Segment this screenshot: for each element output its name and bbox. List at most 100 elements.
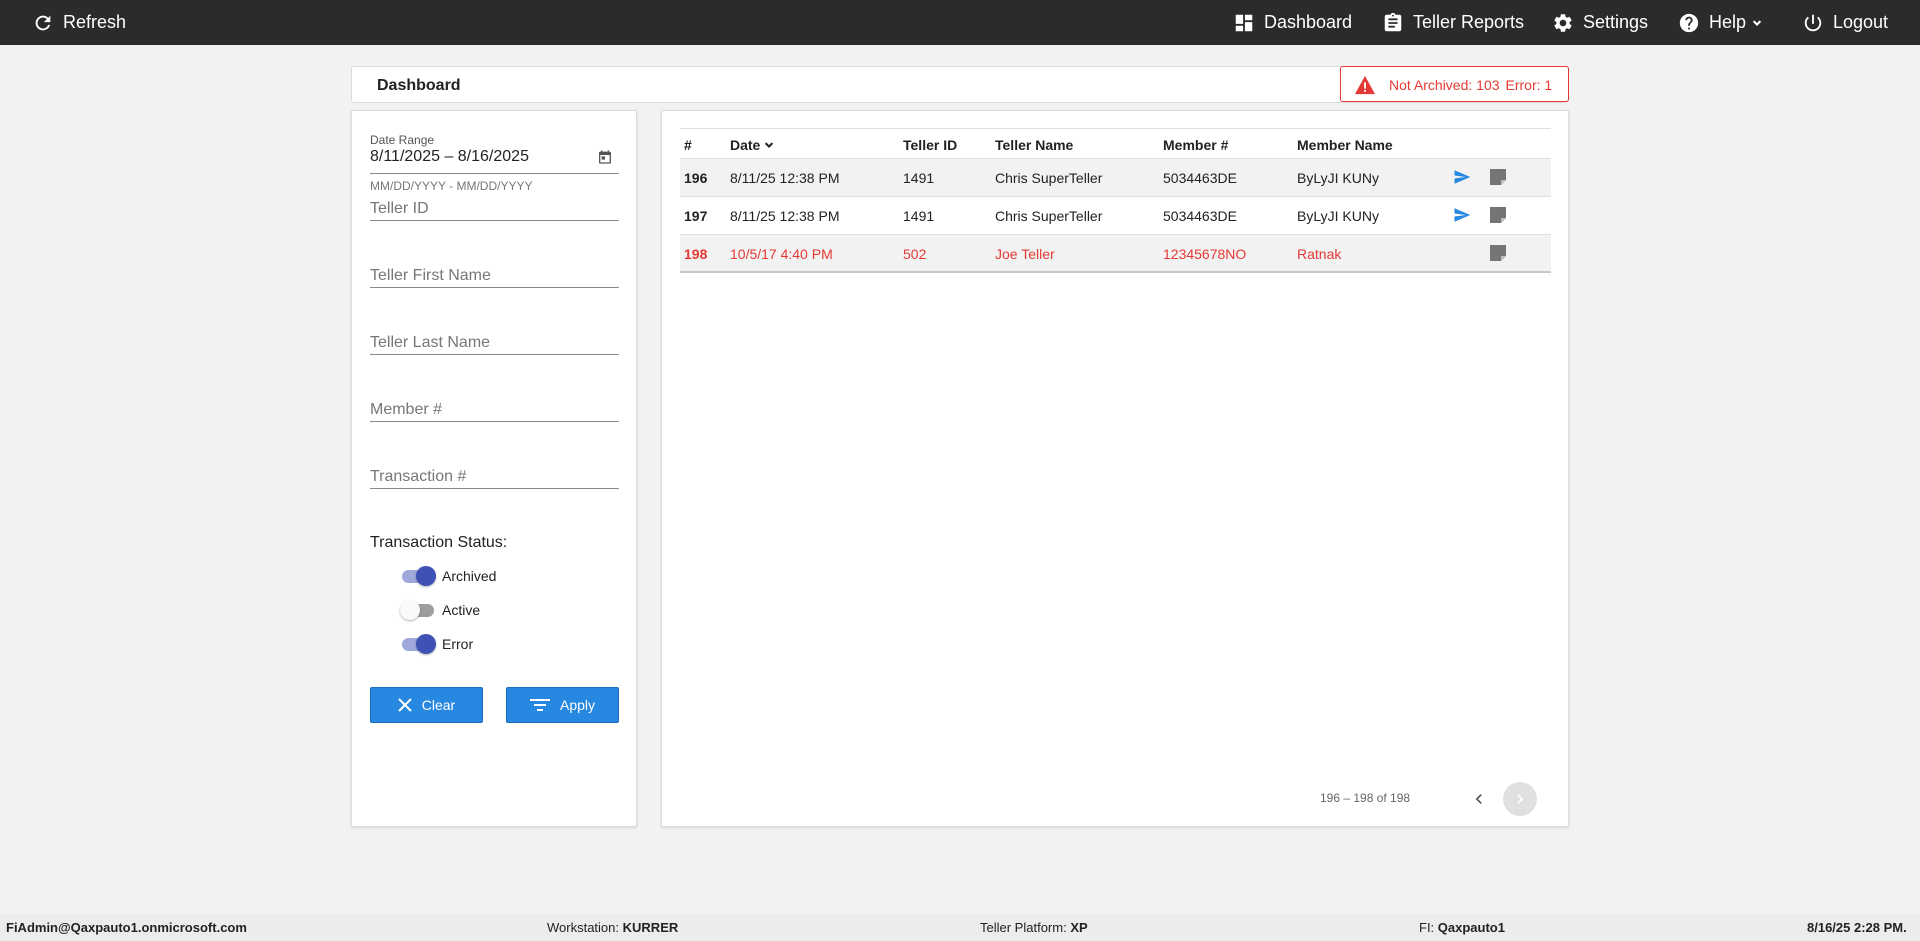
note-icon[interactable] (1489, 168, 1507, 189)
footer-fi: FI: Qaxpauto1 (1419, 920, 1505, 935)
nav-help-label: Help (1709, 12, 1747, 32)
sort-desc-icon (765, 142, 774, 148)
teller-id-field[interactable] (370, 191, 619, 223)
transactions-panel: # Date Teller ID Teller Name Member # Me… (661, 110, 1569, 827)
cell-teller-id: 502 (903, 246, 927, 262)
platform-value: XP (1070, 920, 1088, 935)
clear-button[interactable]: Clear (370, 687, 483, 723)
date-range-underline (370, 173, 619, 174)
teller-first-name-input[interactable] (370, 262, 619, 290)
nav-dashboard[interactable]: Dashboard (1233, 0, 1352, 45)
transaction-number-input[interactable] (370, 463, 619, 491)
date-range-input[interactable]: 8/11/2025 – 8/16/2025 (370, 148, 529, 166)
help-circle-icon (1679, 13, 1699, 32)
table-row-error[interactable]: 198 10/5/17 4:40 PM 502 Joe Teller 12345… (680, 235, 1551, 273)
alert-text: Not Archived: 103 Error: 1 (1389, 77, 1552, 93)
teller-last-name-field[interactable] (370, 325, 619, 357)
member-number-field[interactable] (370, 392, 619, 424)
send-icon[interactable] (1452, 206, 1472, 227)
fi-label: FI: (1419, 920, 1435, 935)
status-alert-badge[interactable]: Not Archived: 103 Error: 1 (1340, 66, 1569, 102)
toggle-label: Active (442, 602, 481, 618)
cell-number: 198 (684, 246, 708, 262)
nav-settings[interactable]: Settings (1552, 0, 1648, 45)
gear-icon (1554, 13, 1572, 32)
refresh-icon (35, 15, 51, 30)
apply-button[interactable]: Apply (506, 687, 619, 723)
member-number-input[interactable] (370, 396, 619, 424)
chevron-left-icon (1475, 794, 1482, 804)
cell-teller-id: 1491 (903, 170, 935, 186)
toggle-label: Archived (442, 568, 497, 584)
clear-label: Clear (421, 697, 456, 713)
cell-teller-name: Joe Teller (995, 246, 1055, 262)
toggle-label: Error (442, 636, 474, 652)
chevron-down-icon (1752, 19, 1762, 26)
cell-member-number: 5034463DE (1163, 170, 1237, 186)
nav-settings-label: Settings (1583, 12, 1649, 32)
send-icon[interactable] (1452, 168, 1472, 189)
transaction-number-field[interactable] (370, 459, 619, 491)
filter-panel: Date Range 8/11/2025 – 8/16/2025 MM/DD/Y… (351, 110, 637, 827)
col-date[interactable]: Date (730, 137, 776, 153)
col-number[interactable]: # (684, 137, 692, 153)
cell-teller-name: Chris SuperTeller (995, 208, 1103, 224)
top-nav-bar: Refresh Dashboard Teller Reports Setting… (0, 0, 1920, 45)
col-date-label: Date (730, 137, 761, 153)
nav-teller-reports-label: Teller Reports (1413, 12, 1525, 32)
cell-date: 8/11/25 12:38 PM (730, 208, 840, 224)
teller-last-name-input[interactable] (370, 329, 619, 357)
close-icon (398, 698, 412, 712)
table-header: # Date Teller ID Teller Name Member # Me… (680, 128, 1551, 159)
teller-id-input[interactable] (370, 195, 619, 223)
toggle-switch[interactable] (400, 634, 436, 654)
toggle-switch[interactable] (400, 600, 436, 620)
transaction-status-label: Transaction Status: (370, 534, 508, 551)
table-row[interactable]: 196 8/11/25 12:38 PM 1491 Chris SuperTel… (680, 159, 1551, 197)
fi-value: Qaxpauto1 (1437, 920, 1505, 935)
cell-teller-id: 1491 (903, 208, 935, 224)
not-archived-count: Not Archived: 103 (1389, 77, 1500, 93)
apply-label: Apply (559, 697, 596, 713)
refresh-button[interactable]: Refresh (32, 0, 126, 45)
calendar-icon[interactable] (597, 149, 613, 170)
cell-date: 10/5/17 4:40 PM (730, 246, 833, 262)
power-icon (1804, 14, 1822, 31)
cell-member-name: Ratnak (1297, 246, 1342, 262)
next-page-button[interactable] (1503, 782, 1537, 816)
dashboard-icon (1235, 14, 1253, 31)
workstation-value: KURRER (622, 920, 679, 935)
col-teller-id[interactable]: Teller ID (903, 137, 957, 153)
filter-icon (529, 699, 550, 711)
toggle-switch[interactable] (400, 566, 436, 586)
status-toggle-active[interactable]: Active (400, 600, 480, 620)
cell-member-name: ByLyJI KUNy (1297, 170, 1379, 186)
col-member-name[interactable]: Member Name (1297, 137, 1393, 153)
pagination-range: 196 – 198 of 198 (1320, 791, 1411, 805)
status-footer: FiAdmin@Qaxpauto1.onmicrosoft.com Workst… (0, 914, 1920, 941)
col-teller-name[interactable]: Teller Name (995, 137, 1073, 153)
nav-dashboard-label: Dashboard (1264, 12, 1353, 32)
table-row[interactable]: 197 8/11/25 12:38 PM 1491 Chris SuperTel… (680, 197, 1551, 235)
footer-user: FiAdmin@Qaxpauto1.onmicrosoft.com (6, 920, 247, 935)
cell-teller-name: Chris SuperTeller (995, 170, 1103, 186)
footer-platform: Teller Platform: XP (980, 920, 1088, 935)
logout-button[interactable]: Logout (1802, 0, 1888, 45)
status-toggle-archived[interactable]: Archived (400, 566, 496, 586)
cell-date: 8/11/25 12:38 PM (730, 170, 840, 186)
page-title: Dashboard (377, 77, 461, 94)
clipboard-icon (1384, 12, 1402, 31)
nav-teller-reports[interactable]: Teller Reports (1382, 0, 1524, 45)
note-icon[interactable] (1489, 244, 1507, 265)
date-range-label: Date Range (370, 133, 435, 147)
platform-label: Teller Platform: (980, 920, 1067, 935)
nav-help[interactable]: Help (1678, 0, 1764, 45)
chevron-right-icon (1517, 794, 1524, 804)
previous-page-button[interactable] (1463, 783, 1495, 815)
col-member-number[interactable]: Member # (1163, 137, 1228, 153)
cell-member-name: ByLyJI KUNy (1297, 208, 1379, 224)
status-toggle-error[interactable]: Error (400, 634, 473, 654)
note-icon[interactable] (1489, 206, 1507, 227)
cell-number: 197 (684, 208, 708, 224)
teller-first-name-field[interactable] (370, 258, 619, 290)
